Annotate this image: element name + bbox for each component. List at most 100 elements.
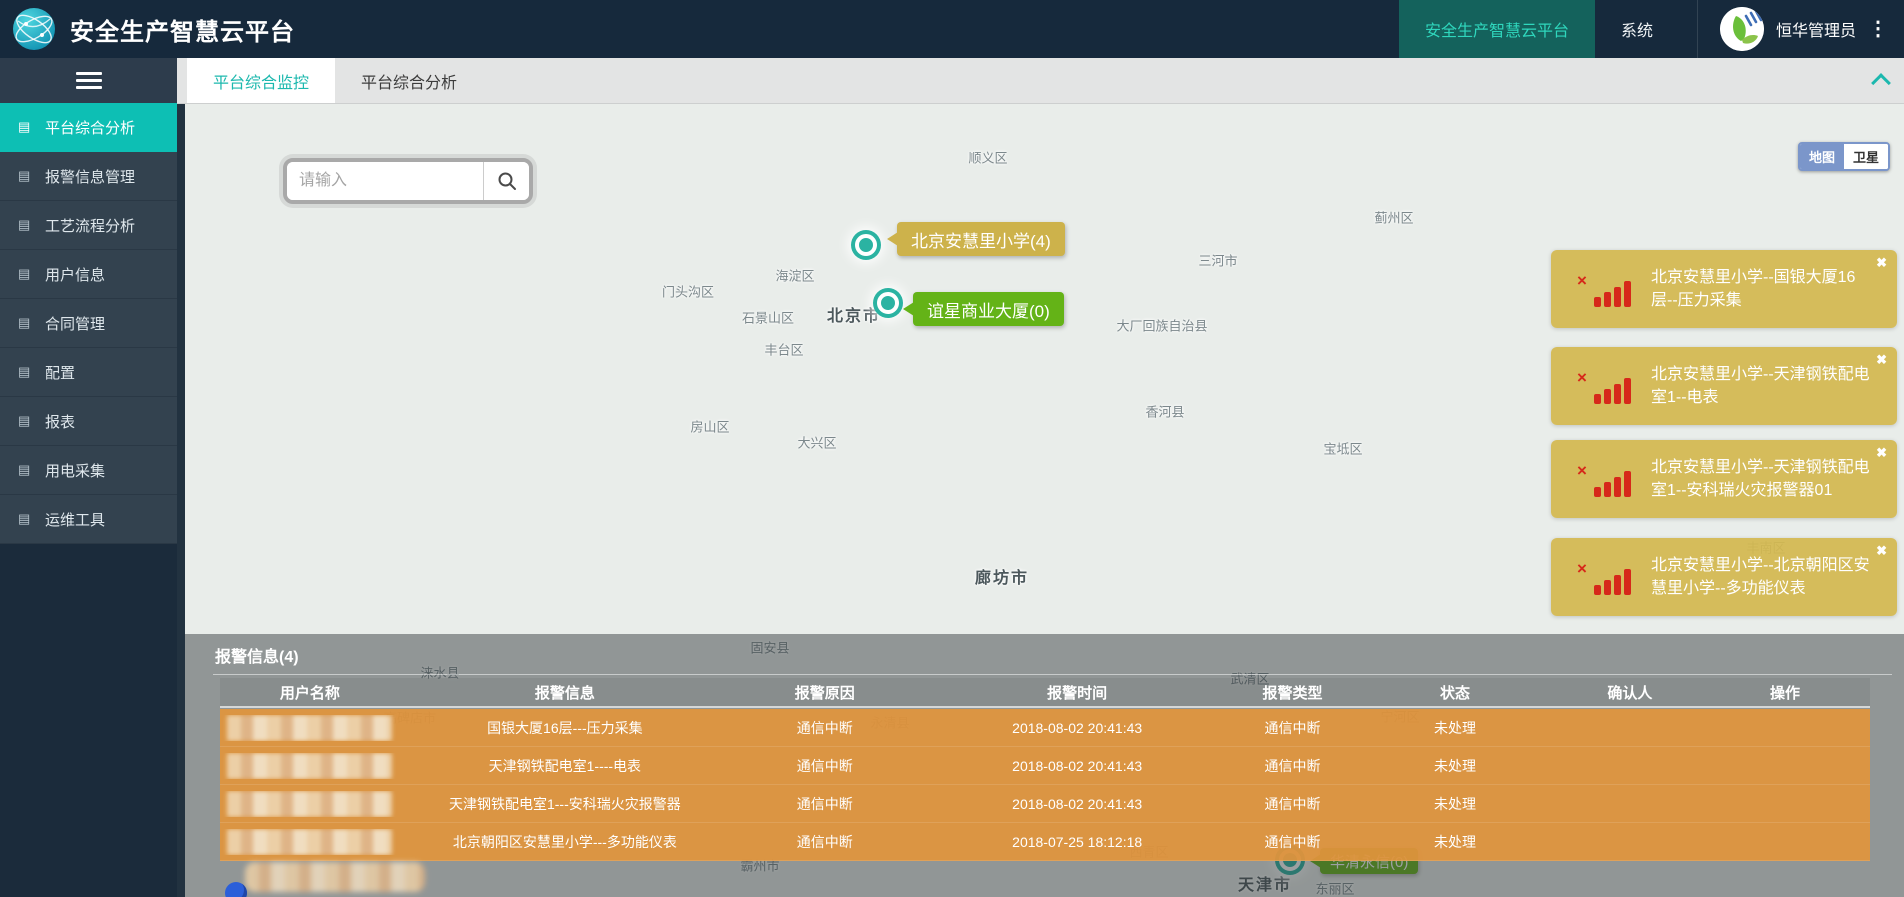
app-title: 安全生产智慧云平台 <box>70 12 295 47</box>
signal-bars-icon <box>1594 569 1631 595</box>
table-row[interactable]: 北京朝阳区安慧里小学---多功能仪表通信中断2018-07-25 18:12:1… <box>220 823 1870 861</box>
username-cell <box>220 715 400 741</box>
map-label: 三河市 <box>1198 251 1237 270</box>
table-cell: 天津钢铁配电室1---安科瑞火灾报警器 <box>400 794 730 814</box>
menu-list-icon: ▤ <box>18 315 35 331</box>
table-cell: 未处理 <box>1350 794 1560 814</box>
map-label: 北京市 <box>827 302 881 326</box>
sidebar: ▤平台综合分析▤报警信息管理▤工艺流程分析▤用户信息▤合同管理▤配置▤报表▤用电… <box>0 58 177 897</box>
signal-x-icon: × <box>1577 368 1587 388</box>
alert-card[interactable]: × 北京安慧里小学--天津钢铁配电室1--安科瑞火灾报警器01 ✖ <box>1551 440 1897 518</box>
search-button[interactable] <box>483 162 529 200</box>
sidebar-item[interactable]: ▤用电采集 <box>0 446 177 495</box>
sidebar-item-label: 用电采集 <box>45 460 105 481</box>
sidebar-item[interactable]: ▤报表 <box>0 397 177 446</box>
table-cell: 未处理 <box>1350 832 1560 852</box>
table-cell: 通信中断 <box>1235 832 1351 852</box>
alert-card[interactable]: × 北京安慧里小学--天津钢铁配电室1--电表 ✖ <box>1551 347 1897 425</box>
signal-bars-icon <box>1594 471 1631 497</box>
menu-list-icon: ▤ <box>18 511 35 527</box>
menu-list-icon: ▤ <box>18 119 35 135</box>
sidebar-menu: ▤平台综合分析▤报警信息管理▤工艺流程分析▤用户信息▤合同管理▤配置▤报表▤用电… <box>0 103 177 544</box>
username-cell <box>220 829 400 855</box>
signal-bars-icon <box>1594 378 1631 404</box>
top-navbar: 安全生产智慧云平台 安全生产智慧云平台系统 恒华管理员 ⋮ <box>0 0 1904 58</box>
navbar-item[interactable]: 安全生产智慧云平台 <box>1399 0 1595 58</box>
signal-x-icon: × <box>1577 271 1587 291</box>
map-marker-icon[interactable] <box>877 292 899 314</box>
alert-card-text: 北京安慧里小学--天津钢铁配电室1--电表 <box>1651 363 1871 409</box>
map-label: 大兴区 <box>797 433 836 452</box>
alert-card[interactable]: × 北京安慧里小学--国银大厦16层--压力采集 ✖ <box>1551 250 1897 328</box>
navbar-divider <box>1697 0 1698 58</box>
table-row[interactable]: 天津钢铁配电室1---安科瑞火灾报警器通信中断2018-08-02 20:41:… <box>220 785 1870 823</box>
alert-card[interactable]: ×北京安慧里小学--北京朝阳区安慧里小学--多功能仪表✖ <box>1551 538 1897 616</box>
sidebar-item[interactable]: ▤报警信息管理 <box>0 152 177 201</box>
table-cell: 通信中断 <box>730 794 920 814</box>
sidebar-item-label: 报表 <box>45 411 75 432</box>
table-cell: 通信中断 <box>730 718 920 738</box>
sidebar-item[interactable]: ▤ 用户信息 <box>0 250 177 299</box>
column-header: 报警信息 <box>400 682 730 703</box>
avatar[interactable] <box>1720 7 1764 51</box>
signal-bars-icon <box>1594 281 1631 307</box>
brand: 安全生产智慧云平台 <box>12 0 295 58</box>
blurred-username <box>227 791 392 817</box>
table-cell: 天津钢铁配电室1----电表 <box>400 756 730 776</box>
map-canvas[interactable]: 顺义区蓟州区三河市海淀区门头沟区石景山区北京市丰台区大厂回族自治县香河县宝坻区房… <box>185 103 1904 897</box>
map-marker-icon[interactable] <box>855 234 877 256</box>
menu-list-icon: ▤ <box>18 266 35 282</box>
blurred-username <box>227 715 392 741</box>
sidebar-item-label: 运维工具 <box>45 509 105 530</box>
content-tab[interactable]: 平台综合分析 <box>335 58 483 103</box>
close-icon[interactable]: ✖ <box>1876 255 1887 271</box>
satellite-view-button[interactable]: 卫星 <box>1844 144 1888 169</box>
close-icon[interactable]: ✖ <box>1876 445 1887 461</box>
table-cell: 未处理 <box>1350 718 1560 738</box>
blurred-username <box>245 862 425 892</box>
sidebar-item[interactable]: ▤配置 <box>0 348 177 397</box>
sidebar-item[interactable]: ▤ 运维工具 <box>0 495 177 544</box>
navbar-right: 安全生产智慧云平台系统 恒华管理员 ⋮ <box>1399 0 1904 58</box>
sidebar-item[interactable]: ▤合同管理 <box>0 299 177 348</box>
map-label: 顺义区 <box>968 148 1007 167</box>
table-row[interactable]: 天津钢铁配电室1----电表通信中断2018-08-02 20:41:43通信中… <box>220 747 1870 785</box>
map-marker-bubble[interactable]: 谊星商业大厦(0) <box>913 292 1064 326</box>
map-label: 丰台区 <box>764 340 803 359</box>
content-tab[interactable]: 平台综合监控 <box>187 58 335 103</box>
sidebar-item-label: 用户信息 <box>45 264 105 285</box>
table-cell: 2018-08-02 20:41:43 <box>920 720 1235 736</box>
no-signal-icon: × <box>1577 368 1633 404</box>
map-search-box <box>283 158 533 204</box>
map-marker-bubble[interactable]: 北京安慧里小学(4) <box>897 222 1065 256</box>
navbar-item[interactable]: 系统 <box>1595 0 1679 58</box>
hamburger-icon <box>76 68 102 93</box>
map-label: 门头沟区 <box>662 282 714 301</box>
search-input[interactable] <box>287 162 483 200</box>
table-cell: 通信中断 <box>1235 756 1351 776</box>
no-signal-icon: × <box>1577 461 1633 497</box>
sidebar-item[interactable]: ▤平台综合分析 <box>0 103 177 152</box>
sidebar-item-label: 工艺流程分析 <box>45 215 135 236</box>
more-menu-icon[interactable]: ⋮ <box>1868 19 1888 39</box>
column-header: 报警原因 <box>730 682 920 703</box>
alert-card-text: 北京安慧里小学--国银大厦16层--压力采集 <box>1651 266 1871 312</box>
table-cell: 通信中断 <box>1235 718 1351 738</box>
sidebar-collapse-button[interactable] <box>0 58 177 103</box>
table-cell: 2018-08-02 20:41:43 <box>920 796 1235 812</box>
map-label: 房山区 <box>690 417 729 436</box>
close-icon[interactable]: ✖ <box>1876 543 1887 559</box>
sidebar-item[interactable]: ▤工艺流程分析 <box>0 201 177 250</box>
table-cell: 通信中断 <box>730 756 920 776</box>
no-signal-icon: × <box>1577 271 1633 307</box>
map-label: 宝坻区 <box>1323 439 1362 458</box>
table-row[interactable]: 国银大厦16层---压力采集通信中断2018-08-02 20:41:43通信中… <box>220 709 1870 747</box>
alert-card-text: 北京安慧里小学--天津钢铁配电室1--安科瑞火灾报警器01 <box>1651 456 1871 502</box>
table-cell: 国银大厦16层---压力采集 <box>400 718 730 738</box>
map-view-button[interactable]: 地图 <box>1800 144 1844 169</box>
content-gutter <box>177 103 185 897</box>
close-icon[interactable]: ✖ <box>1876 352 1887 368</box>
menu-list-icon: ▤ <box>18 364 35 380</box>
table-cell: 通信中断 <box>1235 794 1351 814</box>
table-cell: 未处理 <box>1350 756 1560 776</box>
